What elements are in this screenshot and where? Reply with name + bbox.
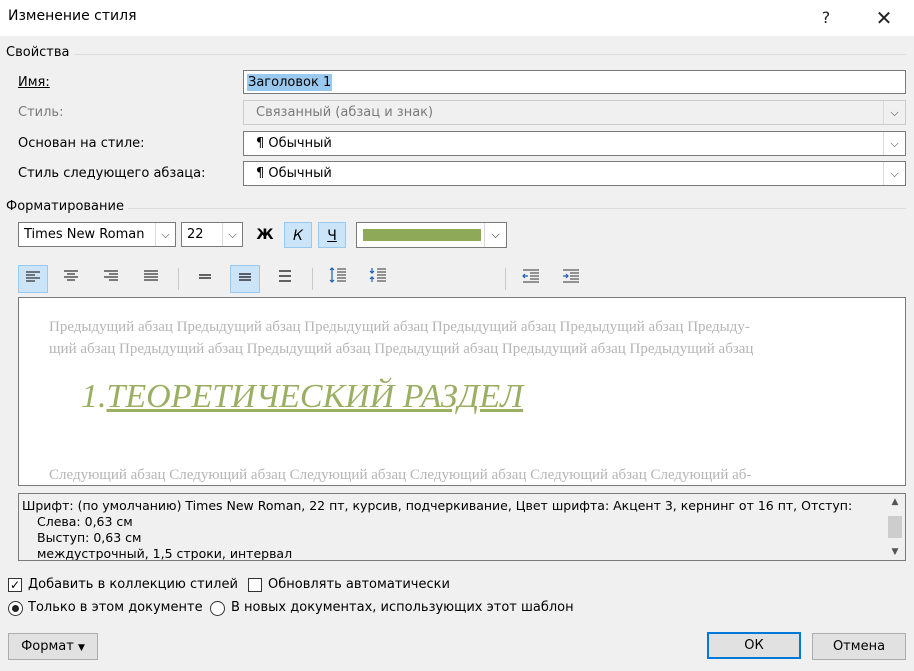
toolbar-separator: [505, 268, 506, 290]
style-type-value: Связанный (абзац и знак): [256, 105, 434, 120]
ok-button[interactable]: ОК: [707, 632, 801, 659]
preview-heading: 1.ТЕОРЕТИЧЕСКИЙ РАЗДЕЛ: [81, 378, 523, 416]
auto-update-label: Обновлять автоматически: [268, 577, 450, 592]
next-style-select[interactable]: ¶ Обычный ⌵: [243, 161, 906, 186]
align-right-icon[interactable]: [96, 265, 126, 293]
add-to-gallery-checkbox[interactable]: ✓: [8, 578, 22, 592]
new-documents-label: В новых документах, использующих этот ша…: [231, 600, 574, 615]
decrease-indent-icon[interactable]: [516, 265, 546, 293]
close-button[interactable]: ✕: [864, 4, 904, 32]
justify-icon[interactable]: [136, 265, 166, 293]
scrollbar-thumb[interactable]: [888, 516, 902, 538]
new-documents-radio[interactable]: [210, 601, 225, 616]
preview-previous-line: Предыдущий абзац Предыдущий абзац Предыд…: [49, 319, 750, 335]
font-color-swatch: [363, 229, 481, 241]
font-select[interactable]: Times New Roman ⌵: [18, 222, 176, 247]
description-line: Шрифт: (по умолчанию) Times New Roman, 2…: [22, 498, 853, 513]
preview-previous-line: щий абзац Предыдущий абзац Предыдущий аб…: [49, 341, 754, 357]
properties-section-label: Свойства: [6, 45, 70, 60]
radio-selected-dot: [12, 605, 19, 612]
align-left-icon[interactable]: [18, 265, 48, 293]
font-value: Times New Roman: [24, 227, 145, 242]
chevron-down-icon[interactable]: ⌵: [155, 223, 175, 246]
based-on-label: Основан на стиле:: [18, 136, 145, 151]
style-preview: Предыдущий абзац Предыдущий абзац Предыд…: [18, 297, 906, 486]
chevron-down-icon[interactable]: ⌵: [883, 132, 905, 155]
cancel-button[interactable]: Отмена: [812, 633, 906, 660]
chevron-down-icon[interactable]: ⌵: [484, 223, 506, 247]
only-this-document-radio[interactable]: [8, 601, 23, 616]
help-button[interactable]: ?: [806, 4, 846, 32]
description-line: Слева: 0,63 см: [37, 514, 133, 529]
preview-heading-text: ТЕОРЕТИЧЕСКИЙ РАЗДЕЛ: [106, 378, 524, 415]
underline-button[interactable]: Ч: [318, 222, 346, 248]
only-this-document-label: Только в этом документе: [28, 600, 203, 615]
chevron-down-icon[interactable]: ⌵: [222, 223, 242, 246]
spacing-before-icon[interactable]: [323, 265, 353, 293]
spacing-after-icon[interactable]: [363, 265, 393, 293]
align-center-icon[interactable]: [56, 265, 86, 293]
formatting-section-label: Форматирование: [6, 199, 124, 214]
formatting-divider: [128, 208, 906, 209]
line-spacing-1-5-icon[interactable]: [230, 265, 260, 293]
auto-update-checkbox[interactable]: [248, 578, 262, 592]
font-size-value: 22: [187, 227, 204, 242]
increase-indent-icon[interactable]: [556, 265, 586, 293]
preview-heading-number: 1.: [81, 378, 107, 415]
scroll-up-icon[interactable]: ▲: [885, 494, 905, 510]
scroll-down-icon[interactable]: ▼: [885, 544, 905, 560]
properties-divider: [74, 54, 906, 55]
name-input-value: Заголовок 1: [247, 74, 333, 91]
style-description: Шрифт: (по умолчанию) Times New Roman, 2…: [18, 493, 906, 561]
toolbar-separator: [178, 268, 179, 290]
description-line: Выступ: 0,63 см: [37, 530, 142, 545]
description-line: междустрочный, 1,5 строки, интервал: [37, 546, 293, 561]
style-type-label: Стиль:: [18, 105, 64, 120]
style-type-select: Связанный (абзац и знак) ⌵: [243, 100, 906, 125]
add-to-gallery-label: Добавить в коллекцию стилей: [28, 577, 238, 592]
preview-next-line: Следующий абзац Следующий абзац Следующи…: [49, 467, 752, 483]
based-on-value: ¶ Обычный: [256, 136, 332, 151]
title-bar: Изменение стиля ? ✕: [0, 0, 914, 36]
line-spacing-single-icon[interactable]: [190, 265, 220, 293]
font-size-select[interactable]: 22 ⌵: [181, 222, 243, 247]
line-spacing-double-icon[interactable]: [270, 265, 300, 293]
format-button[interactable]: Формат ▼: [8, 633, 98, 660]
based-on-select[interactable]: ¶ Обычный ⌵: [243, 131, 906, 156]
name-input[interactable]: Заголовок 1: [243, 70, 906, 94]
toolbar-separator: [312, 268, 313, 290]
window-title: Изменение стиля: [8, 8, 137, 24]
chevron-down-icon: ⌵: [883, 101, 905, 124]
next-style-label: Стиль следующего абзаца:: [18, 166, 206, 181]
description-scrollbar[interactable]: ▲ ▼: [885, 494, 905, 560]
caret-down-icon: ▼: [77, 643, 85, 653]
format-button-label: Формат: [21, 639, 74, 654]
italic-button[interactable]: К: [284, 222, 312, 248]
bold-button[interactable]: Ж: [251, 222, 279, 248]
font-color-select[interactable]: ⌵: [356, 222, 507, 248]
next-style-value: ¶ Обычный: [256, 166, 332, 181]
chevron-down-icon[interactable]: ⌵: [883, 162, 905, 185]
name-label: Имя:: [18, 75, 50, 90]
